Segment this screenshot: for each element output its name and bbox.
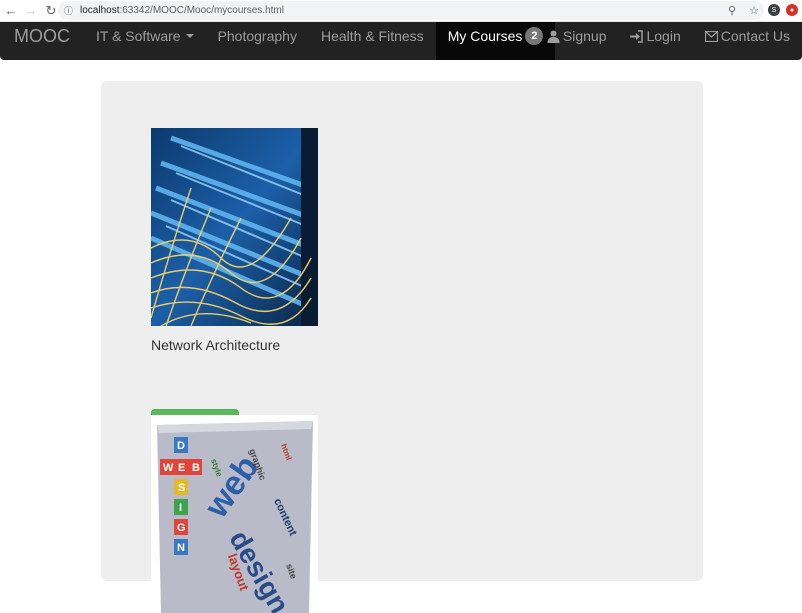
main-navbar: MOOC IT & Software Photography Health & … [0,22,802,60]
svg-text:N: N [177,542,185,554]
brand-link[interactable]: MOOC [0,22,84,50]
courses-panel: Network Architecture Start Course D W E … [101,81,703,613]
nav-item-label: Photography [217,28,297,44]
forward-arrow-icon[interactable]: → [22,2,40,20]
envelope-icon [704,30,718,42]
svg-text:B: B [192,462,200,474]
user-icon [547,30,560,43]
course-card: Network Architecture Start Course [151,128,318,442]
back-arrow-icon[interactable]: ← [2,2,20,20]
extension-icon[interactable]: ● [786,4,798,16]
zoom-icon[interactable]: ⚲ [724,2,740,18]
course-title: Network Architecture [151,337,281,353]
nav-item-label: IT & Software [96,28,181,44]
network-cables-image[interactable] [151,128,318,326]
browser-toolbar: ← → ↻ ⓘ localhost:63342/MOOC/Mooc/mycour… [0,0,802,22]
nav-item-label: Login [646,28,681,44]
nav-item-login[interactable]: Login [618,22,692,50]
svg-text:I: I [179,502,182,514]
login-icon [630,29,644,43]
web-design-image[interactable]: D W E B S I G N web design layout conten… [151,415,318,613]
course-card: D W E B S I G N web design layout conten… [151,415,318,613]
svg-text:G: G [177,522,186,534]
nav-item-health-fitness[interactable]: Health & Fitness [309,22,436,50]
nav-item-label: Contact Us [720,28,790,44]
caret-down-icon [185,34,194,38]
svg-text:E: E [178,462,185,474]
svg-text:D: D [177,440,185,452]
nav-item-signup[interactable]: Signup [535,22,619,50]
url-text: localhost:63342/MOOC/Mooc/mycourses.html [80,5,284,16]
svg-text:W: W [163,462,174,474]
address-bar[interactable]: ⓘ localhost:63342/MOOC/Mooc/mycourses.ht… [58,1,764,20]
nav-item-photography[interactable]: Photography [206,22,309,50]
nav-item-contact-us[interactable]: Contact Us [693,22,802,50]
nav-item-label: Health & Fitness [320,28,424,44]
svg-text:S: S [178,482,185,494]
profile-avatar[interactable]: S [768,4,780,16]
info-icon[interactable]: ⓘ [64,4,76,17]
star-icon[interactable]: ☆ [746,2,762,18]
nav-item-it-software[interactable]: IT & Software [84,22,206,50]
nav-item-label: Signup [562,28,607,44]
nav-item-label: My Courses [447,28,523,44]
